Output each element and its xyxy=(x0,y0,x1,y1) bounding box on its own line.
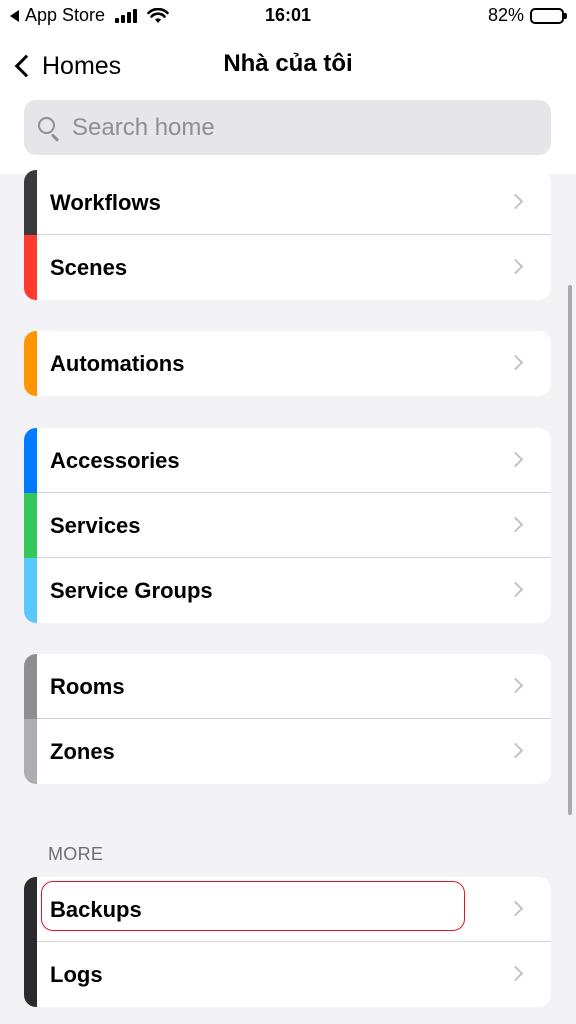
list-item-accessories[interactable]: Accessories xyxy=(24,428,551,493)
row-accent xyxy=(24,428,37,493)
row-accent xyxy=(24,877,37,942)
list-item-logs[interactable]: Logs xyxy=(24,942,551,1007)
list-item-rooms[interactable]: Rooms xyxy=(24,654,551,719)
group-accessories-services: Accessories Services Service Groups xyxy=(24,428,551,623)
list-item-service-groups[interactable]: Service Groups xyxy=(24,558,551,623)
section-header-more: MORE xyxy=(48,844,104,864)
chevron-right-icon xyxy=(507,742,524,759)
scrollbar[interactable] xyxy=(568,285,572,815)
row-accent xyxy=(24,942,37,1007)
row-label: Accessories xyxy=(50,447,180,473)
chevron-right-icon xyxy=(507,516,524,533)
row-label: Logs xyxy=(50,961,103,987)
chevron-right-icon xyxy=(507,451,524,468)
group-rooms-zones: Rooms Zones xyxy=(24,654,551,784)
chevron-right-icon xyxy=(507,900,524,917)
battery-icon xyxy=(530,7,567,24)
row-accent xyxy=(24,654,37,719)
row-label: Backups xyxy=(50,896,142,922)
list-item-scenes[interactable]: Scenes xyxy=(24,235,551,300)
search-icon xyxy=(36,115,62,141)
list-item-services[interactable]: Services xyxy=(24,493,551,558)
chevron-right-icon xyxy=(507,677,524,694)
navigation-bar: Homes Nhà của tôi xyxy=(0,34,576,174)
row-label: Workflows xyxy=(50,189,161,215)
row-accent xyxy=(24,331,37,396)
row-label: Automations xyxy=(50,350,185,376)
row-label: Service Groups xyxy=(50,577,213,603)
chevron-right-icon xyxy=(507,354,524,371)
row-accent xyxy=(24,493,37,558)
row-label: Services xyxy=(50,512,141,538)
row-accent xyxy=(24,558,37,623)
list-item-zones[interactable]: Zones xyxy=(24,719,551,784)
chevron-right-icon xyxy=(507,193,524,210)
list-item-automations[interactable]: Automations xyxy=(24,331,551,396)
search-input[interactable] xyxy=(72,113,512,142)
row-label: Zones xyxy=(50,738,115,764)
page-title: Nhà của tôi xyxy=(223,50,353,77)
chevron-right-icon xyxy=(507,581,524,598)
status-bar: App Store 16:01 82% xyxy=(0,0,576,34)
row-accent xyxy=(24,235,37,300)
group-more: Backups Logs xyxy=(24,877,551,1007)
search-bar[interactable] xyxy=(24,100,551,155)
row-accent xyxy=(24,719,37,784)
group-automations: Automations xyxy=(24,331,551,396)
battery-percent: 82% xyxy=(487,5,524,25)
group-workflows-scenes: Workflows Scenes xyxy=(24,170,551,300)
chevron-right-icon xyxy=(507,258,524,275)
row-label: Scenes xyxy=(50,254,128,280)
list-item-workflows[interactable]: Workflows xyxy=(24,170,551,235)
chevron-right-icon xyxy=(507,965,524,982)
status-right: 82% xyxy=(487,5,567,26)
row-label: Rooms xyxy=(50,673,125,699)
list-item-backups[interactable]: Backups xyxy=(24,877,551,942)
row-accent xyxy=(24,170,37,235)
